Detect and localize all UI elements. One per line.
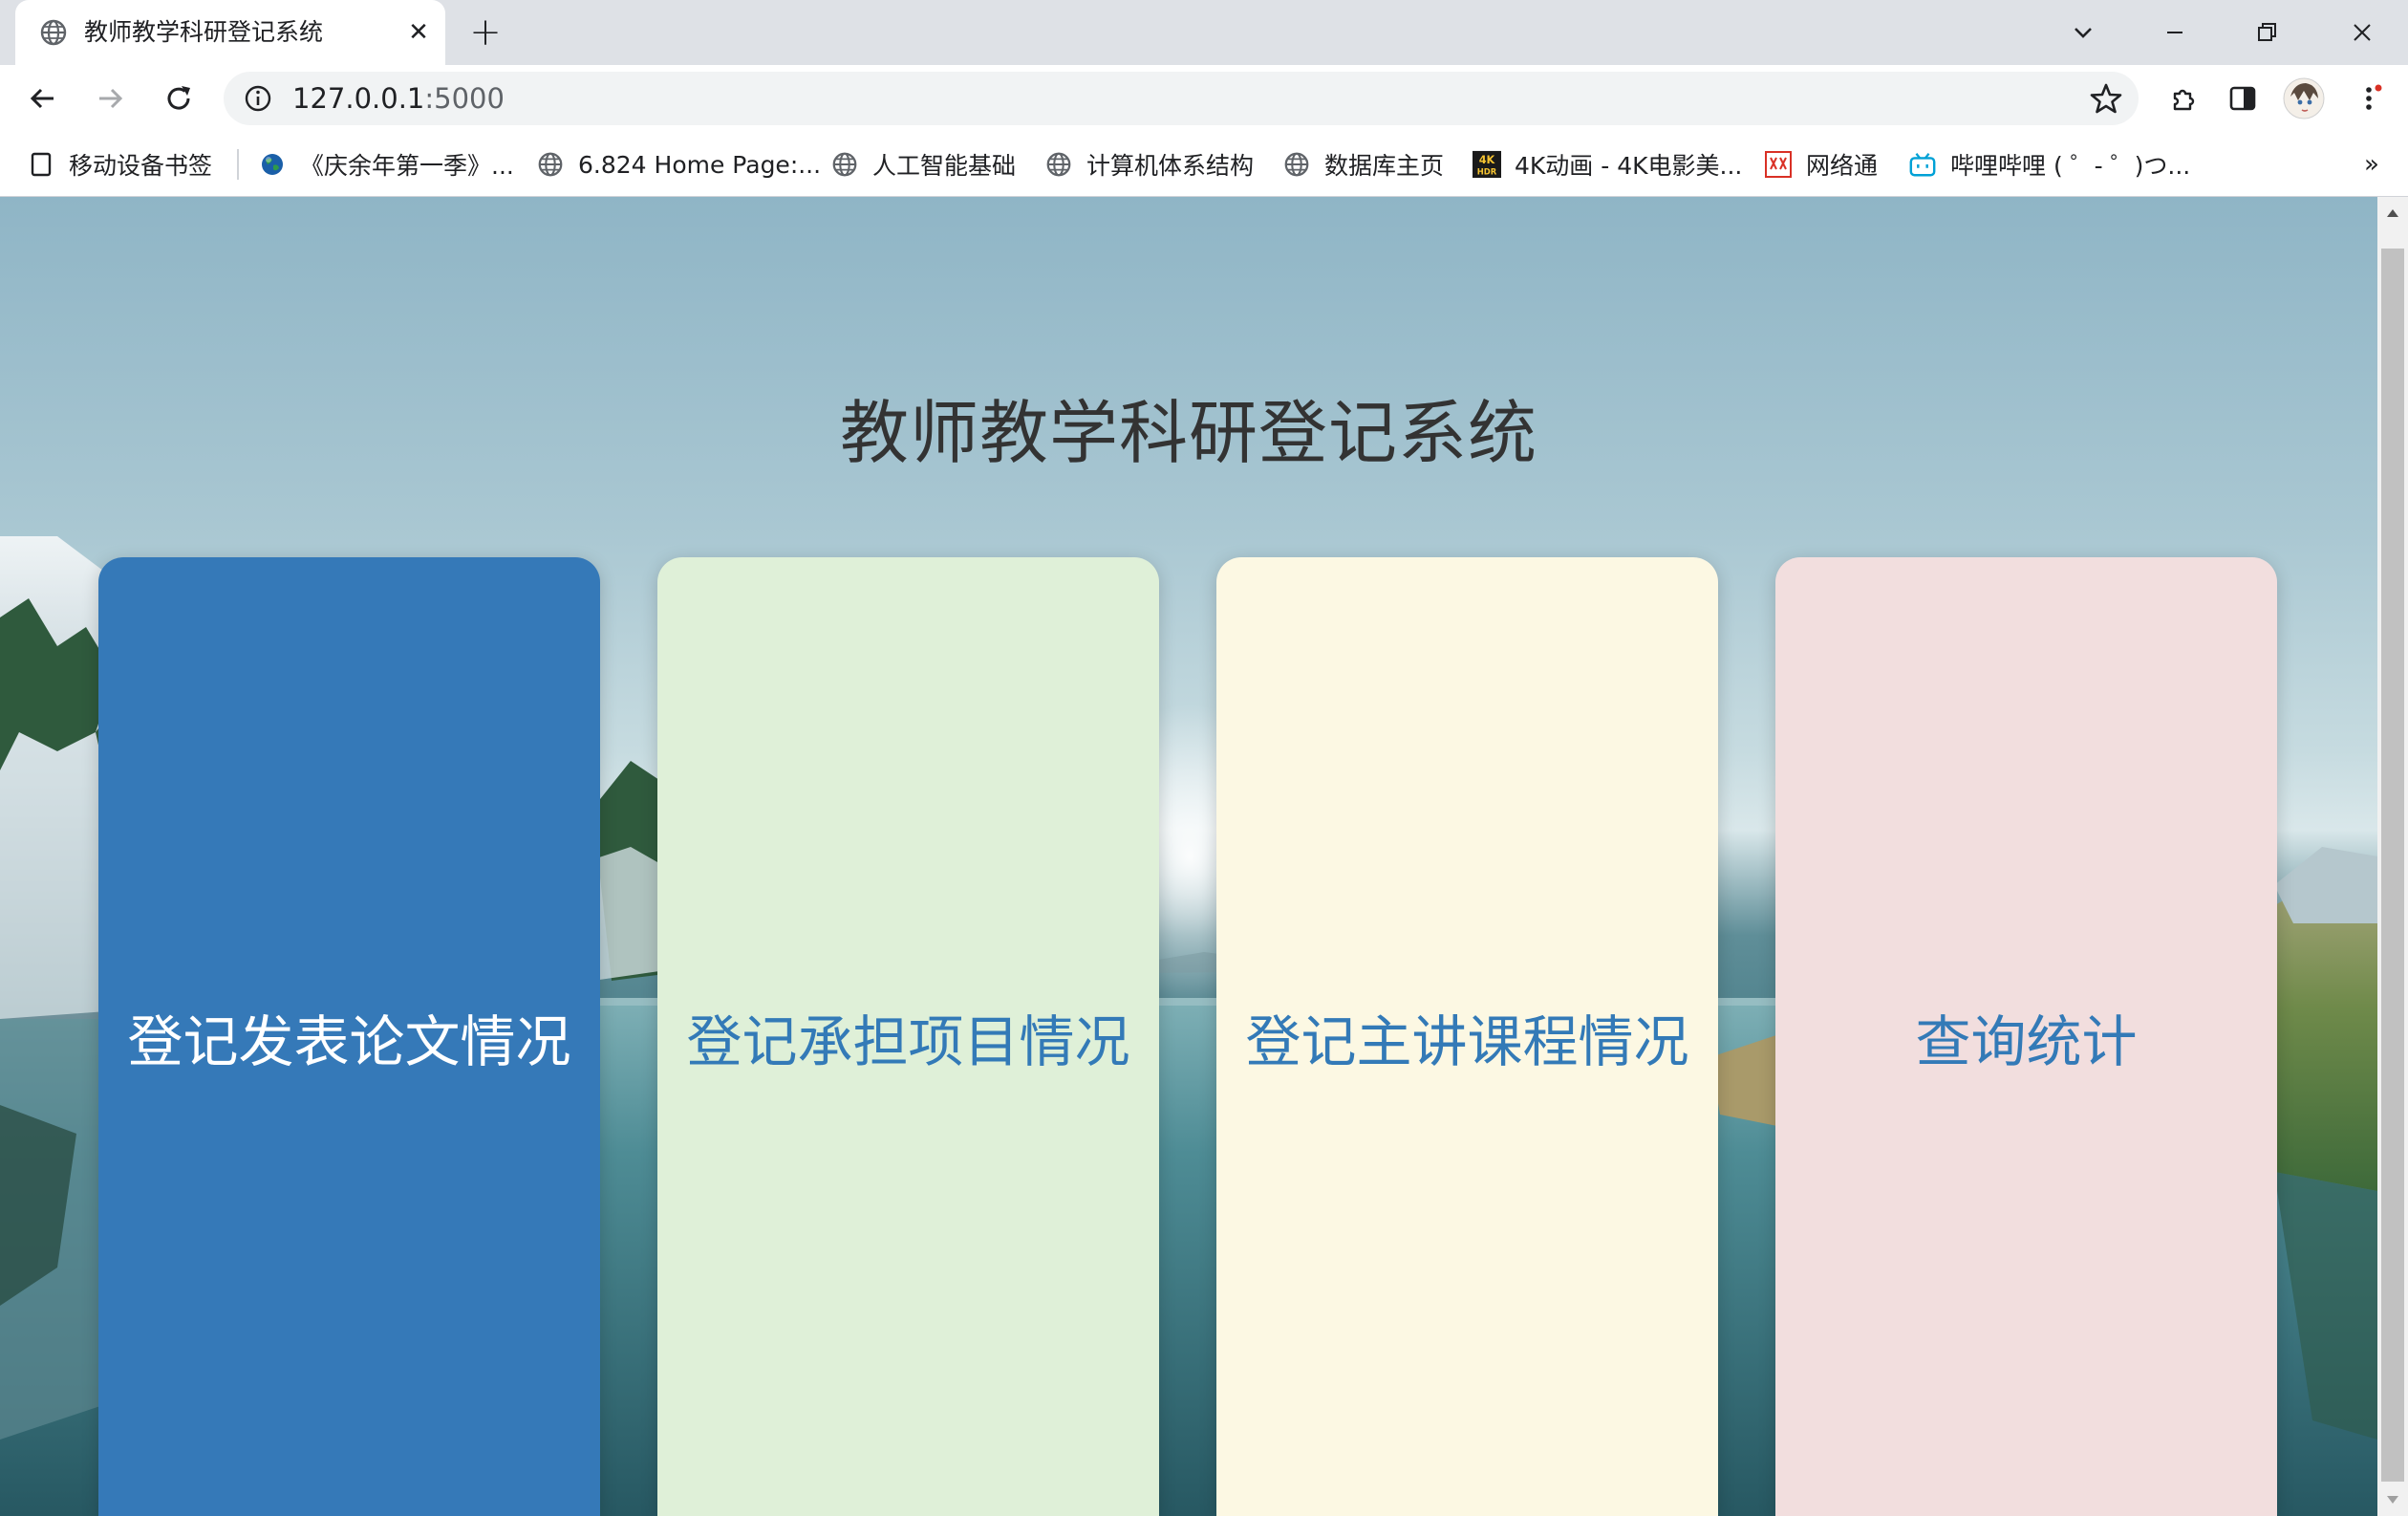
svg-text:HDR: HDR xyxy=(1477,166,1497,176)
side-panel-button[interactable] xyxy=(2219,75,2267,122)
bookmarks-overflow-button[interactable]: » xyxy=(2351,143,2393,185)
register-course-card[interactable]: 登记主讲课程情况 xyxy=(1216,557,1718,1516)
browser-menu-button[interactable] xyxy=(2347,75,2395,122)
browser-toolbar: 127.0.0.1:5000 xyxy=(0,65,2408,132)
earth-icon xyxy=(258,150,287,179)
card-label: 登记发表论文情况 xyxy=(127,1008,571,1074)
reload-button[interactable] xyxy=(155,75,203,122)
page-title: 教师教学科研登记系统 xyxy=(839,393,1537,474)
scroll-down-arrow-icon[interactable] xyxy=(2377,1485,2408,1514)
bookmark-item[interactable]: 人工智能基础 xyxy=(830,143,1016,185)
new-tab-button[interactable]: + xyxy=(466,11,505,54)
arrow-left-icon xyxy=(30,88,54,109)
card-label: 查询统计 xyxy=(1915,1008,2138,1074)
url-port: :5000 xyxy=(424,82,505,115)
vertical-scrollbar[interactable] xyxy=(2377,197,2408,1516)
url-host: 127.0.0.1 xyxy=(292,82,425,115)
globe-icon xyxy=(1282,150,1311,179)
extensions-button[interactable] xyxy=(2160,75,2207,122)
query-statistics-card[interactable]: 查询统计 xyxy=(1775,557,2277,1516)
scroll-up-arrow-icon[interactable] xyxy=(2377,199,2408,227)
more-vert-icon xyxy=(2366,84,2382,110)
site-info-icon[interactable] xyxy=(243,83,273,114)
minimize-button[interactable] xyxy=(2129,0,2221,65)
bookmark-label: 4K动画 - 4K电影美... xyxy=(1515,152,1743,180)
card-label: 登记承担项目情况 xyxy=(686,1008,1130,1074)
restore-button[interactable] xyxy=(2221,0,2312,65)
card-label: 登记主讲课程情况 xyxy=(1245,1008,1689,1074)
bookmark-item[interactable]: 哔哩哔哩 ( ゜- ゜)つ... xyxy=(1908,143,2190,185)
puzzle-icon xyxy=(2173,89,2195,111)
bookmark-item[interactable]: 移动设备书签 xyxy=(27,143,212,185)
avatar-icon xyxy=(2283,77,2325,119)
url-text[interactable]: 127.0.0.1:5000 xyxy=(292,72,505,125)
bookmark-folder-icon xyxy=(27,150,55,179)
forward-button[interactable] xyxy=(86,75,134,122)
bookmark-label: 移动设备书签 xyxy=(69,152,213,180)
bookmark-item[interactable]: 《庆余年第一季》... xyxy=(258,143,514,185)
address-bar[interactable]: 127.0.0.1:5000 xyxy=(224,72,2139,125)
browser-tab[interactable]: 教师教学科研登记系统 ✕ xyxy=(15,0,445,65)
bookmark-label: 人工智能基础 xyxy=(872,152,1017,180)
bookmark-separator xyxy=(237,149,239,180)
arrow-right-icon xyxy=(99,88,123,109)
bookmark-item[interactable]: 网络通 xyxy=(1764,143,1878,185)
4k-hdr-icon: 4K HDR xyxy=(1473,150,1501,179)
bookmark-label: 计算机体系结构 xyxy=(1086,152,1255,180)
bookmarks-bar: 移动设备书签 《庆余年第一季》... 6.824 Home Page:... 人… xyxy=(0,132,2408,197)
star-icon[interactable] xyxy=(2089,81,2123,116)
side-panel-icon xyxy=(2229,86,2256,111)
tab-search-chevron-icon[interactable] xyxy=(2037,0,2129,65)
globe-icon xyxy=(1044,150,1073,179)
globe-icon xyxy=(536,150,565,179)
bookmark-item[interactable]: 数据库主页 xyxy=(1282,143,1444,185)
globe-icon xyxy=(40,19,67,46)
bookmark-label: 6.824 Home Page:... xyxy=(578,150,822,179)
tab-close-icon[interactable]: ✕ xyxy=(401,15,436,50)
bilibili-icon xyxy=(1908,150,1937,179)
register-project-card[interactable]: 登记承担项目情况 xyxy=(657,557,1159,1516)
svg-text:4K: 4K xyxy=(1479,154,1496,166)
bookmark-item[interactable]: 6.824 Home Page:... xyxy=(536,143,821,185)
tab-title: 教师教学科研登记系统 xyxy=(84,18,324,46)
page-viewport: 教师教学科研登记系统 登记发表论文情况 登记承担项目情况 登记主讲课程情况 查询… xyxy=(0,197,2377,1516)
globe-icon xyxy=(830,150,859,179)
reload-icon xyxy=(167,86,190,110)
bookmark-label: 《庆余年第一季》... xyxy=(300,152,514,180)
bookmark-label: 网络通 xyxy=(1806,152,1879,180)
tab-strip: 教师教学科研登记系统 ✕ + xyxy=(0,0,2408,65)
bookmark-item[interactable]: 计算机体系结构 xyxy=(1044,143,1254,185)
profile-avatar[interactable] xyxy=(2280,75,2328,122)
wangluotong-icon xyxy=(1764,150,1793,179)
scrollbar-thumb[interactable] xyxy=(2381,249,2404,1482)
bookmark-label: 数据库主页 xyxy=(1324,152,1445,180)
register-paper-card[interactable]: 登记发表论文情况 xyxy=(98,557,600,1516)
back-button[interactable] xyxy=(19,75,67,122)
bookmark-item[interactable]: 4K HDR 4K动画 - 4K电影美... xyxy=(1473,143,1742,185)
bookmark-label: 哔哩哔哩 ( ゜- ゜)つ... xyxy=(1950,152,2191,180)
close-window-button[interactable] xyxy=(2316,0,2408,65)
